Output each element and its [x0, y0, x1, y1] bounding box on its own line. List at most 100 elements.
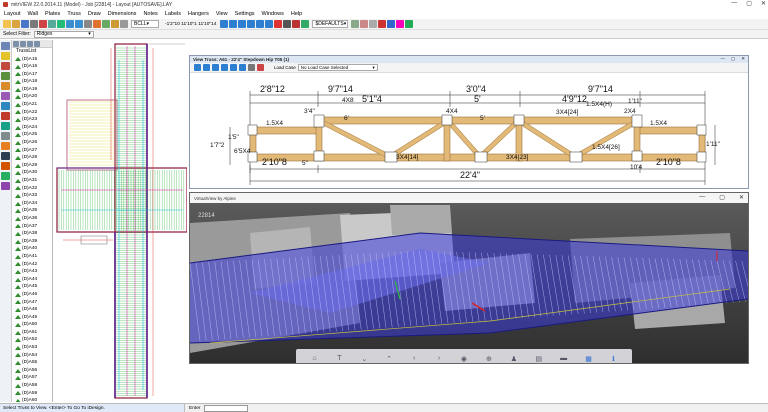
- palette-label-icon[interactable]: [1, 122, 10, 130]
- palette-cut-icon[interactable]: [1, 162, 10, 170]
- truss-zoom-out-icon[interactable]: [203, 64, 210, 71]
- paste-icon[interactable]: [57, 20, 65, 28]
- truss-zoom-in-icon[interactable]: [194, 64, 201, 71]
- truss-list-item[interactable]: (D)A37: [12, 223, 52, 231]
- palette-hanger-icon[interactable]: [1, 82, 10, 90]
- truss-list-item[interactable]: (D)A52: [12, 336, 52, 344]
- truss-list-item[interactable]: (D)A19: [12, 86, 52, 94]
- chevron-right-icon[interactable]: ›: [434, 354, 444, 364]
- truss-stop-icon[interactable]: [257, 64, 264, 71]
- defaults-combo[interactable]: $DEFAULTS ▾: [312, 20, 349, 28]
- truss-list-item[interactable]: (D)A16: [12, 63, 52, 71]
- undo-icon[interactable]: [66, 20, 74, 28]
- truss-pan-icon[interactable]: [230, 64, 237, 71]
- check-icon[interactable]: [301, 20, 310, 28]
- palette-dimension-icon[interactable]: [1, 102, 10, 110]
- truss-list-item[interactable]: (D)A47: [12, 299, 52, 307]
- truss-list-item[interactable]: (D)A24: [12, 124, 52, 132]
- truss-list-item[interactable]: (D)A29: [12, 162, 52, 170]
- menu-layout[interactable]: Layout: [4, 11, 21, 17]
- virtualview-3d-canvas[interactable]: 22814 ⌂ T ⌄ ⌃ ‹ › ◉ ⊕ ♟ ▤ ▬ ▦ ℹ: [190, 203, 748, 363]
- palette-plate-icon[interactable]: [1, 72, 10, 80]
- print-icon[interactable]: [30, 20, 38, 28]
- truss-list-item[interactable]: (D)A33: [12, 192, 52, 200]
- menu-notes[interactable]: Notes: [143, 11, 157, 17]
- zoom-previous-icon[interactable]: [265, 20, 274, 28]
- truss-list-item[interactable]: (D)A17: [12, 71, 52, 79]
- view-truss-close-button[interactable]: ✕: [741, 56, 745, 62]
- menu-plates[interactable]: Plates: [45, 11, 60, 17]
- palette-tools-icon[interactable]: [1, 152, 10, 160]
- cut-icon[interactable]: [39, 20, 47, 28]
- truss-list-item[interactable]: (D)A56: [12, 367, 52, 375]
- pan-icon[interactable]: [256, 20, 265, 28]
- palette-wall-icon[interactable]: [1, 62, 10, 70]
- menu-help[interactable]: Help: [291, 11, 302, 17]
- chevron-up-icon[interactable]: ⌃: [384, 354, 394, 364]
- truss-list-item[interactable]: (D)A34: [12, 200, 52, 208]
- menu-view[interactable]: View: [216, 11, 228, 17]
- virtualview-close-button[interactable]: ✕: [739, 194, 744, 201]
- menu-labels[interactable]: Labels: [165, 11, 181, 17]
- truss-list-item[interactable]: (D)A46: [12, 291, 52, 299]
- truss-list-item[interactable]: (D)A59: [12, 390, 52, 398]
- copy-icon[interactable]: [48, 20, 56, 28]
- truss-list-item[interactable]: (D)A18: [12, 78, 52, 86]
- palette-select-icon[interactable]: [1, 42, 10, 50]
- maximize-button[interactable]: ▢: [746, 0, 752, 7]
- delete-icon[interactable]: [292, 20, 301, 28]
- truss-list-item[interactable]: (D)A43: [12, 268, 52, 276]
- menu-settings[interactable]: Settings: [235, 11, 255, 17]
- tool-c-icon[interactable]: [369, 20, 378, 28]
- walk-person-icon[interactable]: ♟: [509, 354, 519, 364]
- palette-note-icon[interactable]: [1, 112, 10, 120]
- truss-list-item[interactable]: (D)A49: [12, 314, 52, 322]
- truss-list-item[interactable]: (D)A39: [12, 238, 52, 246]
- zoom-in-icon[interactable]: [220, 20, 229, 28]
- virtualview-3d-drawing[interactable]: 22814: [190, 203, 748, 363]
- truss-list-item[interactable]: (D)A22: [12, 109, 52, 117]
- menu-truss[interactable]: Truss: [67, 11, 81, 17]
- truss-list-item[interactable]: (D)A41: [12, 253, 52, 261]
- truss-list-item[interactable]: (D)A58: [12, 382, 52, 390]
- truss-list-item[interactable]: (D)A51: [12, 329, 52, 337]
- redo-icon[interactable]: [75, 20, 83, 28]
- truss-list-item[interactable]: (D)A40: [12, 245, 52, 253]
- chevron-left-icon[interactable]: ‹: [409, 354, 419, 364]
- menu-windows[interactable]: Windows: [262, 11, 284, 17]
- chevron-down-icon[interactable]: ⌄: [359, 354, 369, 364]
- truss-list-item[interactable]: (D)A15: [12, 56, 52, 64]
- palette-beam-icon[interactable]: [1, 142, 10, 150]
- truss-list-item[interactable]: (D)A38: [12, 230, 52, 238]
- truss-list-item[interactable]: (D)A48: [12, 306, 52, 314]
- zoom-extents-icon[interactable]: [247, 20, 256, 28]
- select-icon[interactable]: [283, 20, 292, 28]
- truss-list-item[interactable]: (D)A21: [12, 101, 52, 109]
- palette-truss-icon[interactable]: [1, 52, 10, 60]
- view-truss-minimize-button[interactable]: —: [720, 56, 725, 62]
- truss-list-item[interactable]: (D)A35: [12, 207, 52, 215]
- zoom-window-icon[interactable]: [238, 20, 247, 28]
- select-filter-combo[interactable]: Ridges ▾: [33, 30, 94, 38]
- virtualview-minimize-button[interactable]: —: [699, 194, 705, 201]
- menu-draw[interactable]: Draw: [88, 11, 101, 17]
- view-truss-maximize-button[interactable]: ▢: [731, 56, 735, 62]
- truss-list-item[interactable]: (D)A54: [12, 352, 52, 360]
- tool-b-icon[interactable]: [360, 20, 369, 28]
- truss-list-item[interactable]: (D)A23: [12, 116, 52, 124]
- list-tool-1-icon[interactable]: [13, 40, 19, 47]
- truss-list-item[interactable]: (D)A45: [12, 283, 52, 291]
- measure-icon[interactable]: [120, 20, 128, 28]
- load-case-combo[interactable]: No Load Case Selected ▾: [297, 64, 378, 71]
- menu-wall[interactable]: Wall: [28, 11, 39, 17]
- truss-list-item[interactable]: (D)A55: [12, 359, 52, 367]
- truss-elevation-canvas[interactable]: 2'8"12 9'7"14 3'0"4 9'7"14 5'1"4 5' 4'9"…: [190, 73, 748, 188]
- layers-icon[interactable]: ▤: [534, 354, 544, 364]
- eye-icon[interactable]: ◉: [459, 354, 469, 364]
- info-icon[interactable]: ℹ: [609, 354, 619, 364]
- zoom-icon[interactable]: ⊕: [484, 354, 494, 364]
- new-icon[interactable]: [3, 20, 11, 28]
- truss-list-item[interactable]: (D)A32: [12, 185, 52, 193]
- stop-icon[interactable]: [274, 20, 283, 28]
- tool-a-icon[interactable]: [351, 20, 360, 28]
